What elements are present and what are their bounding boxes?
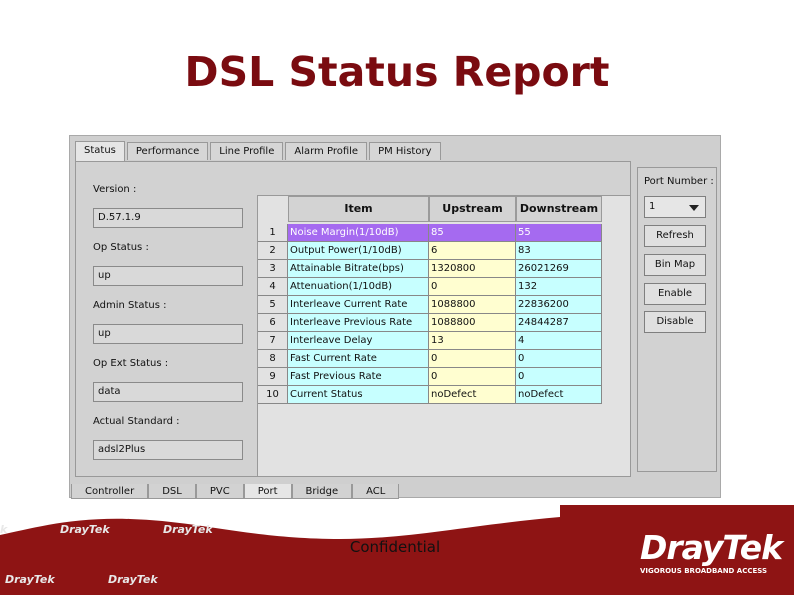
upstream-cell: 1088800 <box>429 296 516 314</box>
tab-acl[interactable]: ACL <box>352 484 400 499</box>
actual-standard-label: Actual Standard : <box>93 416 180 427</box>
tab-dsl[interactable]: DSL <box>148 484 196 499</box>
ghost-logo-text: DrayTek <box>5 573 55 586</box>
upstream-cell: 13 <box>429 332 516 350</box>
table-row[interactable]: 9 Fast Previous Rate 0 0 <box>258 368 602 386</box>
confidential-label: Confidential <box>349 538 441 556</box>
column-header-downstream[interactable]: Downstream <box>516 196 602 222</box>
op-ext-status-field[interactable]: data <box>93 382 243 402</box>
tab-pvc[interactable]: PVC <box>195 484 244 499</box>
dsl-status-window: Status Performance Line Profile Alarm Pr… <box>69 135 721 500</box>
downstream-cell: 24844287 <box>516 314 602 332</box>
row-number: 8 <box>258 350 288 368</box>
enable-button[interactable]: Enable <box>644 283 706 305</box>
tab-pm-history[interactable]: PM History <box>369 142 441 160</box>
downstream-cell: 132 <box>516 278 602 296</box>
port-number-label: Port Number : <box>644 176 714 187</box>
upstream-cell: 0 <box>429 278 516 296</box>
bottom-tab-bar: Controller DSL PVC Port Bridge ACL <box>71 484 400 500</box>
item-cell: Output Power(1/10dB) <box>288 242 429 260</box>
table-row[interactable]: 4 Attenuation(1/10dB) 0 132 <box>258 278 602 296</box>
version-label: Version : <box>93 184 137 195</box>
table-row[interactable]: 5 Interleave Current Rate 1088800 228362… <box>258 296 602 314</box>
item-cell: Noise Margin(1/10dB) <box>288 224 429 242</box>
port-number-select[interactable]: 1 <box>644 196 706 218</box>
downstream-cell: 26021269 <box>516 260 602 278</box>
item-cell: Fast Current Rate <box>288 350 429 368</box>
item-cell: Attainable Bitrate(bps) <box>288 260 429 278</box>
table-row[interactable]: 7 Interleave Delay 13 4 <box>258 332 602 350</box>
row-number: 9 <box>258 368 288 386</box>
dsl-status-table: Item Upstream Downstream 1 Noise Margin(… <box>257 195 631 477</box>
column-header-upstream[interactable]: Upstream <box>429 196 516 222</box>
table-row[interactable]: 6 Interleave Previous Rate 1088800 24844… <box>258 314 602 332</box>
ghost-logo-text: k <box>0 523 8 536</box>
tab-performance[interactable]: Performance <box>126 142 209 160</box>
item-cell: Interleave Current Rate <box>288 296 429 314</box>
brand-tagline: VIGOROUS BROADBAND ACCESS <box>640 567 768 575</box>
upstream-cell: 1320800 <box>429 260 516 278</box>
downstream-cell: 83 <box>516 242 602 260</box>
upstream-cell: 1088800 <box>429 314 516 332</box>
row-number: 7 <box>258 332 288 350</box>
row-number: 6 <box>258 314 288 332</box>
table-row[interactable]: 10 Current Status noDefect noDefect <box>258 386 602 404</box>
port-panel: Port Number : 1 Refresh Bin Map Enable D… <box>637 167 717 472</box>
upstream-cell: 0 <box>429 368 516 386</box>
disable-button[interactable]: Disable <box>644 311 706 333</box>
downstream-cell: noDefect <box>516 386 602 404</box>
draytek-logo: DrayTek <box>640 528 783 567</box>
tab-status[interactable]: Status <box>75 141 125 161</box>
version-field[interactable]: D.57.1.9 <box>93 208 243 228</box>
op-ext-status-label: Op Ext Status : <box>93 358 169 369</box>
table-row[interactable]: 8 Fast Current Rate 0 0 <box>258 350 602 368</box>
table-row[interactable]: 3 Attainable Bitrate(bps) 1320800 260212… <box>258 260 602 278</box>
op-status-label: Op Status : <box>93 242 149 253</box>
item-cell: Current Status <box>288 386 429 404</box>
upstream-cell: 0 <box>429 350 516 368</box>
downstream-cell: 0 <box>516 368 602 386</box>
admin-status-field[interactable]: up <box>93 324 243 344</box>
upstream-cell: 6 <box>429 242 516 260</box>
tab-controller[interactable]: Controller <box>71 484 149 499</box>
item-cell: Fast Previous Rate <box>288 368 429 386</box>
tab-port[interactable]: Port <box>243 484 292 499</box>
row-number: 10 <box>258 386 288 404</box>
row-number: 3 <box>258 260 288 278</box>
ghost-logo-text: DrayTek <box>163 523 213 536</box>
row-number: 4 <box>258 278 288 296</box>
downstream-cell: 0 <box>516 350 602 368</box>
dropdown-arrow-icon[interactable] <box>689 205 699 211</box>
tab-bridge[interactable]: Bridge <box>291 484 353 499</box>
downstream-cell: 4 <box>516 332 602 350</box>
slide-title: DSL Status Report <box>184 48 610 96</box>
upstream-cell: noDefect <box>429 386 516 404</box>
table-row[interactable]: 2 Output Power(1/10dB) 6 83 <box>258 242 602 260</box>
admin-status-label: Admin Status : <box>93 300 167 311</box>
tab-line-profile[interactable]: Line Profile <box>210 142 284 160</box>
table-row[interactable]: 1 Noise Margin(1/10dB) 85 55 <box>258 224 602 242</box>
op-status-field[interactable]: up <box>93 266 243 286</box>
column-header-item[interactable]: Item <box>288 196 429 222</box>
downstream-cell: 55 <box>516 224 602 242</box>
top-tab-bar: Status Performance Line Profile Alarm Pr… <box>75 141 443 161</box>
item-cell: Attenuation(1/10dB) <box>288 278 429 296</box>
downstream-cell: 22836200 <box>516 296 602 314</box>
status-panel: Version : D.57.1.9 Op Status : up Admin … <box>75 161 631 477</box>
refresh-button[interactable]: Refresh <box>644 225 706 247</box>
ghost-logo-text: DrayTek <box>60 523 110 536</box>
item-cell: Interleave Delay <box>288 332 429 350</box>
row-number: 2 <box>258 242 288 260</box>
actual-standard-field[interactable]: adsl2Plus <box>93 440 243 460</box>
row-number: 1 <box>258 224 288 242</box>
item-cell: Interleave Previous Rate <box>288 314 429 332</box>
tab-alarm-profile[interactable]: Alarm Profile <box>285 142 368 160</box>
bin-map-button[interactable]: Bin Map <box>644 254 706 276</box>
ghost-logo-text: DrayTek <box>108 573 158 586</box>
upstream-cell: 85 <box>429 224 516 242</box>
row-number: 5 <box>258 296 288 314</box>
port-number-value: 1 <box>649 201 656 212</box>
